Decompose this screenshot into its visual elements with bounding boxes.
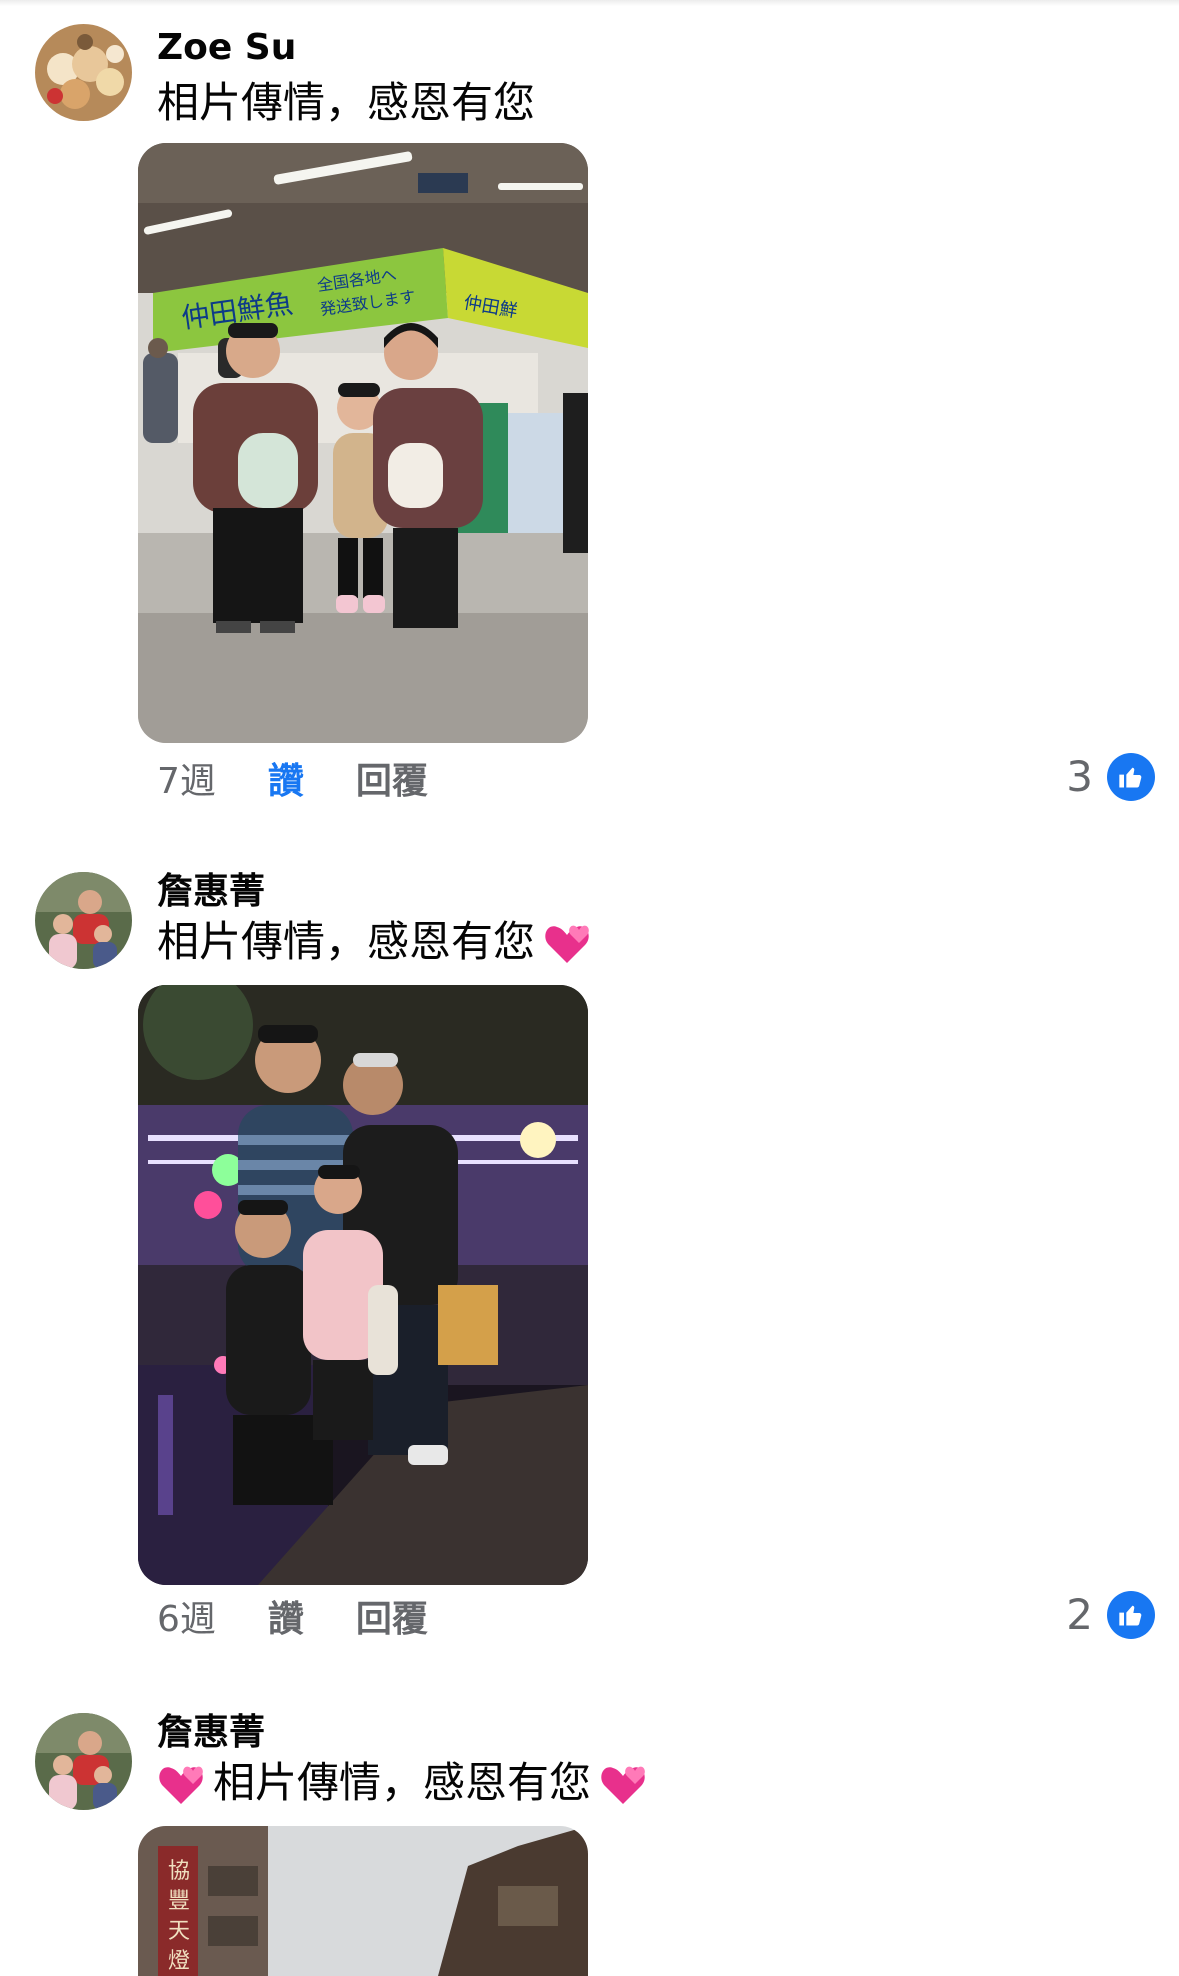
- like-button[interactable]: 讚: [268, 1598, 304, 1642]
- sign-char: 豐: [168, 1889, 190, 1914]
- avatar[interactable]: [35, 872, 132, 969]
- comment-author[interactable]: Zoe Su: [157, 26, 296, 70]
- comment-author[interactable]: 詹惠菁: [157, 1711, 265, 1755]
- sign-char: 協: [168, 1859, 190, 1884]
- comment-2: 詹惠菁 相片傳情，感恩有您 6週 讚 回覆 2: [0, 840, 1179, 1670]
- thumbs-up-icon: [1107, 1590, 1155, 1639]
- reaction-count: 2: [1066, 1590, 1093, 1639]
- two-hearts-emoji: [159, 1766, 203, 1804]
- comment-text: 相片傳情，感恩有您: [157, 916, 591, 968]
- comment-text: 相片傳情，感恩有您: [157, 77, 535, 129]
- comment-time[interactable]: 7週: [157, 760, 216, 804]
- like-button[interactable]: 讚: [268, 760, 304, 804]
- comment-body: 相片傳情，感恩有您: [213, 1758, 592, 1807]
- comment-photo[interactable]: [138, 985, 588, 1585]
- comment-body: 相片傳情，感恩有您: [157, 917, 536, 966]
- comment-3: 詹惠菁 相片傳情，感恩有您 協 豐 天 燈: [0, 1681, 1179, 1976]
- avatar[interactable]: [35, 1713, 132, 1810]
- two-hearts-emoji: [601, 1766, 645, 1804]
- comment-1: Zoe Su 相片傳情，感恩有您 仲田鮮魚 全国各地へ 発送致します 仲田鮮 7…: [0, 0, 1179, 820]
- reaction-summary[interactable]: 2: [1066, 1590, 1155, 1639]
- reply-button[interactable]: 回覆: [356, 1598, 428, 1642]
- comment-photo[interactable]: 協 豐 天 燈: [138, 1826, 588, 1976]
- comment-author[interactable]: 詹惠菁: [157, 870, 265, 914]
- comment-photo[interactable]: 仲田鮮魚 全国各地へ 発送致します 仲田鮮: [138, 143, 588, 743]
- avatar[interactable]: [35, 24, 132, 121]
- sign-char: 天: [168, 1919, 190, 1944]
- two-hearts-emoji: [545, 925, 589, 963]
- comment-actions: 6週 讚 回覆: [157, 1598, 480, 1642]
- comment-body: 相片傳情，感恩有您: [157, 78, 536, 127]
- comment-time[interactable]: 6週: [157, 1598, 216, 1642]
- comment-actions: 7週 讚 回覆: [157, 760, 480, 804]
- reaction-count: 3: [1066, 752, 1093, 801]
- comment-text: 相片傳情，感恩有您: [157, 1757, 647, 1809]
- reaction-summary[interactable]: 3: [1066, 752, 1155, 801]
- sign-char: 燈: [168, 1949, 190, 1974]
- thumbs-up-icon: [1107, 752, 1155, 801]
- reply-button[interactable]: 回覆: [356, 760, 428, 804]
